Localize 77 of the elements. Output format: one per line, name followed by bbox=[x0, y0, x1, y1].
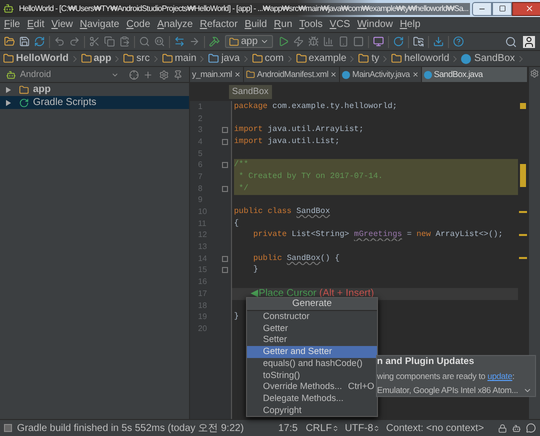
window-title: HelloWorld - [C:₩Users₩TY₩AndroidStudioProjects₩HelloWorld] - [app] - ...₩app₩src₩main₩java₩com₩example₩ty₩helloworld₩Sa... bbox=[17, 2, 470, 14]
file-encoding[interactable]: UTF-8 bbox=[344, 420, 380, 436]
breadcrumb[interactable]: java bbox=[208, 51, 240, 66]
template-hint: ◀Place Cursor bbox=[250, 287, 316, 300]
project-view-selector[interactable]: Android bbox=[20, 68, 52, 82]
popup-item[interactable]: Copyright bbox=[247, 404, 377, 416]
popup-title: Generate bbox=[247, 298, 377, 311]
popup-item[interactable]: Override Methods... Ctrl+O bbox=[247, 381, 377, 393]
code-token: java.util.ArrayList; bbox=[266, 124, 364, 136]
code-token: ArrayList<>(); bbox=[436, 229, 503, 242]
update-link[interactable]: update bbox=[487, 371, 512, 382]
popup-item[interactable]: Getter bbox=[247, 322, 377, 334]
code-token: import bbox=[234, 136, 263, 148]
editor-tab[interactable]: SandBox.java bbox=[422, 67, 528, 82]
code-token: = bbox=[406, 229, 413, 242]
popup-item[interactable]: Constructor bbox=[247, 311, 377, 323]
status-message: Gradle build finished in 5s 552ms (today 오전 9:22) bbox=[17, 422, 244, 436]
notification-title: n and Plugin Updates bbox=[377, 355, 474, 370]
code-comment: /** bbox=[234, 159, 248, 172]
menu-item[interactable]: Navigate bbox=[80, 17, 120, 32]
menu-item[interactable]: Refactor bbox=[200, 17, 238, 32]
breadcrumb[interactable]: app bbox=[80, 51, 112, 66]
notification-text: wing components are ready to update: bbox=[377, 370, 514, 384]
tree-item-label: Gradle Scripts bbox=[33, 96, 96, 110]
popup-item[interactable]: Getter and Setter bbox=[247, 346, 377, 358]
editor-tab[interactable]: y_main.xml bbox=[190, 67, 244, 82]
menu-item[interactable]: VCS bbox=[330, 17, 350, 32]
menu-item[interactable]: Run bbox=[274, 17, 292, 32]
code-token: import bbox=[234, 124, 263, 136]
code-token: new bbox=[416, 229, 432, 242]
code-token: { bbox=[234, 218, 239, 230]
code-token: } bbox=[234, 311, 239, 324]
breadcrumb[interactable]: ty bbox=[358, 51, 380, 66]
code-comment: */ bbox=[238, 182, 248, 195]
breadcrumb[interactable]: SandBox bbox=[461, 51, 515, 66]
code-token: SandBox bbox=[296, 206, 330, 218]
breadcrumb[interactable]: com bbox=[252, 51, 284, 66]
code-comment: * Created by TY on 2017-07-14. bbox=[238, 170, 383, 183]
line-separator[interactable]: CRLF bbox=[306, 420, 339, 436]
code-token: com.example.ty.helloworld; bbox=[271, 100, 398, 113]
code-token: () { bbox=[320, 252, 340, 265]
run-config-dropdown[interactable]: app bbox=[225, 35, 273, 48]
tree-item[interactable]: Gradle Scripts bbox=[0, 96, 189, 109]
popup-item[interactable]: equals() and hashCode() bbox=[247, 358, 377, 370]
code-token: mGreetings bbox=[354, 229, 402, 242]
tree-item-label: app bbox=[33, 83, 51, 97]
menu-item[interactable]: Code bbox=[126, 17, 150, 32]
code-token: private bbox=[252, 229, 288, 242]
code-token: package bbox=[234, 100, 268, 113]
breadcrumb[interactable]: src bbox=[123, 51, 150, 66]
code-token: } bbox=[252, 264, 258, 276]
popup-item[interactable]: Delegate Methods... bbox=[247, 392, 377, 404]
breadcrumb[interactable]: main bbox=[162, 51, 196, 66]
menu-item[interactable]: Analyze bbox=[157, 17, 193, 32]
editor-tab[interactable]: AndroidManifest.xml bbox=[244, 67, 340, 82]
template-hint: (Alt + Insert) bbox=[319, 287, 374, 300]
menu-item[interactable]: Edit bbox=[27, 17, 44, 32]
breadcrumb[interactable]: helloworld bbox=[391, 51, 450, 66]
context-selector[interactable]: Context: <no context> bbox=[386, 420, 484, 436]
code-token: public class bbox=[234, 206, 293, 218]
code-token: SandBox bbox=[286, 252, 320, 265]
caret-position[interactable]: 17:5 bbox=[278, 420, 298, 436]
menu-item[interactable]: Build bbox=[244, 17, 267, 32]
code-token: java.util.List; bbox=[266, 136, 340, 148]
menu-item[interactable]: Tools bbox=[299, 17, 323, 32]
breadcrumb-chip[interactable]: SandBox bbox=[229, 85, 272, 99]
code-token: List<String> bbox=[292, 229, 350, 242]
menu-item[interactable]: Window bbox=[357, 17, 393, 32]
popup-item[interactable]: Setter bbox=[247, 334, 377, 346]
code-token: public bbox=[252, 252, 284, 265]
breadcrumb[interactable]: HelloWorld bbox=[3, 51, 69, 66]
menu-item[interactable]: View bbox=[51, 17, 73, 32]
menu-item[interactable]: File bbox=[4, 17, 20, 32]
popup-item[interactable]: toString() bbox=[247, 369, 377, 382]
notification-detail: Emulator, Google APIs Intel x86 Atom... bbox=[377, 384, 518, 397]
breadcrumb[interactable]: example bbox=[296, 51, 346, 66]
menu-item[interactable]: Help bbox=[400, 17, 420, 32]
